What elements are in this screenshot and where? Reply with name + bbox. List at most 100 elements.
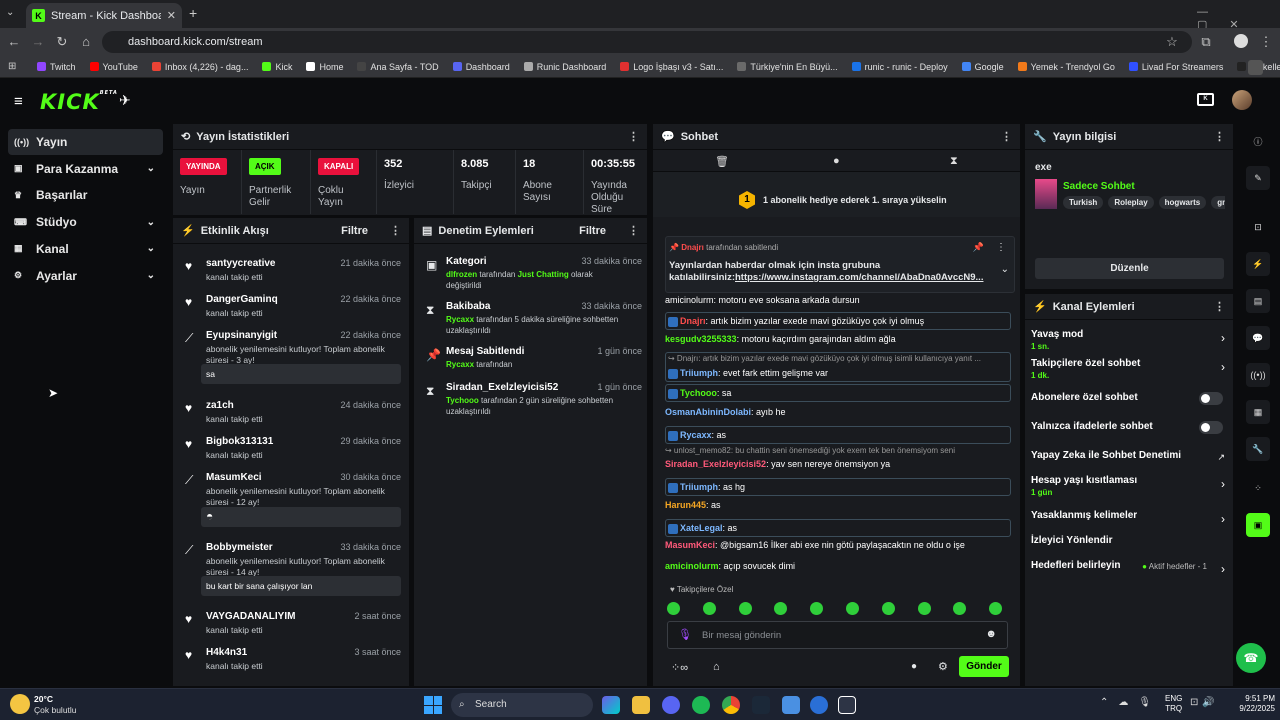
chrome-icon[interactable] [722, 696, 740, 714]
toggle-switch[interactable] [1199, 392, 1223, 405]
moderation-item[interactable]: 📌 Mesaj Sabitlendi 1 gün önce Rycaxx tarafı… [414, 346, 650, 386]
edit-button[interactable]: Düzenle [1035, 258, 1224, 279]
pinned-link[interactable]: https://www.instagram.com/channel/AbaDna… [735, 272, 983, 283]
chat-username[interactable]: Harun445 [665, 500, 706, 510]
app-blue-icon[interactable] [810, 696, 828, 714]
moderation-item[interactable]: ⧗ Siradan_Exelzleyicisi52 1 gün önce Tychoo… [414, 382, 650, 422]
chat-username[interactable]: Triiumph [680, 482, 718, 492]
chat-username[interactable]: MasumKeci [665, 540, 715, 550]
rail-dots-icon[interactable]: ⁘ [1246, 476, 1270, 500]
chat-message[interactable]: Triiumph: as hg [665, 478, 1011, 496]
url-input[interactable]: dashboard.kick.com/stream [102, 31, 1192, 53]
menu-icon[interactable]: ⋮ [1258, 34, 1274, 50]
channel-action-item[interactable]: İzleyici Yönlendir [1031, 535, 1221, 557]
extensions-icon[interactable]: ⧉ [1198, 34, 1214, 50]
chevron-right-icon[interactable]: › [1221, 477, 1225, 491]
rail-pencil-icon[interactable]: ✎ [1246, 166, 1270, 190]
emote-icon[interactable] [953, 602, 967, 615]
chat-message[interactable]: Dnajrı: artık bizim yazılar exede mavi g… [665, 312, 1011, 330]
chat-username[interactable]: Rycaxx [680, 430, 712, 440]
pin-icon[interactable]: 📌 [973, 242, 984, 253]
rail-layout-icon[interactable]: ▦ [1246, 400, 1270, 424]
reload-icon[interactable]: ↻ [54, 34, 70, 50]
hamburger-menu-icon[interactable]: ≡ [14, 93, 23, 110]
channel-action-item[interactable]: Yapay Zeka ile Sohbet Denetimi ↗ [1031, 450, 1225, 472]
chat-username[interactable]: XateLegal [680, 523, 723, 533]
rail-info-icon[interactable]: ⓘ [1246, 129, 1270, 153]
rail-game-icon[interactable]: ▣ [1246, 513, 1270, 537]
hourglass-icon[interactable]: ⧗ [950, 155, 958, 168]
moderation-filter-button[interactable]: Filtre [579, 225, 606, 237]
nav-item-broadcast[interactable]: ((•)) Yayın [8, 129, 163, 155]
activity-item[interactable]: ⟋ Bobbymeister 33 dakika önce abonelik yeni… [173, 540, 409, 600]
chat-username[interactable]: Dnajrı [680, 316, 706, 326]
emoji-icon[interactable]: ☻ [985, 628, 997, 640]
bookmark-star-icon[interactable]: ☆ [1164, 34, 1180, 50]
home-icon[interactable]: ⌂ [78, 34, 94, 49]
avatar[interactable] [1232, 90, 1252, 110]
rail-wrench-icon[interactable]: 🔧 [1246, 437, 1270, 461]
bookmark-item[interactable]: Ana Sayfa - TOD [350, 62, 445, 72]
obs-icon[interactable] [838, 696, 856, 714]
chat-username[interactable]: Tychooo [680, 388, 717, 398]
clock[interactable]: 9:51 PM 9/22/2025 [1225, 694, 1275, 714]
profile-icon[interactable] [1234, 34, 1248, 48]
spotify-icon[interactable] [692, 696, 710, 714]
activity-item[interactable]: ⟋ MasumKeci 30 dakika önce abonelik yenilem… [173, 470, 409, 530]
chevron-down-icon[interactable]: ⌄ [147, 163, 155, 174]
rocket-icon[interactable]: ✈ [119, 92, 131, 109]
gift-banner[interactable]: 1 1 abonelik hediye ederek 1. sıraya yük… [653, 172, 1020, 217]
external-link-icon[interactable]: ↗ [1217, 452, 1225, 463]
bookmark-item[interactable]: Google [955, 62, 1011, 72]
category-name[interactable]: Sadece Sohbet [1063, 181, 1135, 192]
emote-icon[interactable] [667, 602, 680, 615]
steam-icon[interactable] [752, 696, 770, 714]
chevron-down-icon[interactable]: ⌄ [147, 270, 155, 281]
chevron-down-icon[interactable]: ⌄ [147, 243, 155, 254]
rail-fullscreen-icon[interactable]: ⊡ [1246, 215, 1270, 239]
tag-chip[interactable]: gm [1211, 196, 1225, 209]
bookmark-item[interactable]: YouTube [83, 62, 145, 72]
channel-action-item[interactable]: Yalnızca ifadelerle sohbet [1031, 421, 1223, 443]
language-indicator[interactable]: ENG TRQ [1165, 694, 1182, 714]
tray-status-icons[interactable]: ⊡🔊 [1190, 697, 1219, 708]
channel-action-item[interactable]: Abonelere özel sohbet [1031, 392, 1223, 414]
emote-icon[interactable] [846, 602, 859, 615]
pinned-menu-icon[interactable]: ⋮ [996, 242, 1006, 253]
tray-icons[interactable]: ⌃☁🎙 [1100, 697, 1161, 708]
emote-icon[interactable] [881, 602, 895, 615]
activity-item[interactable]: ♥ H4k4n31 3 saat önce kanalı takip etti [173, 645, 409, 686]
chevron-down-icon[interactable]: ⌄ [1001, 264, 1009, 275]
bookmark-item[interactable]: Kick [255, 62, 299, 72]
stream-info-menu-icon[interactable]: ⋮ [1214, 130, 1225, 143]
chat-message[interactable]: Triiumph: evet fark ettim gelişme var [665, 365, 1011, 382]
browser-tab[interactable]: K Stream - Kick Dashboard ✕ [26, 3, 182, 28]
nav-item-money[interactable]: ▣ Para Kazanma ⌄ [8, 156, 163, 182]
chat-settings-bubble-icon[interactable]: ● [911, 661, 917, 672]
forward-icon[interactable]: → [30, 34, 46, 49]
channel-actions-menu-icon[interactable]: ⋮ [1214, 300, 1225, 313]
channel-action-item[interactable]: Yasaklanmış kelimeler › [1031, 510, 1225, 532]
copilot-icon[interactable] [602, 696, 620, 714]
bookmark-item[interactable]: Runic Dashboard [517, 62, 614, 72]
new-tab-icon[interactable]: + [189, 5, 197, 21]
toggle-switch[interactable] [1199, 421, 1223, 434]
moderation-item[interactable]: ⧗ Bakibaba 33 dakika önce Rycaxx tarafından… [414, 301, 650, 341]
discord-icon[interactable] [662, 696, 680, 714]
chat-username[interactable]: OsmanAbininDolabi [665, 407, 751, 417]
emote-icon[interactable] [810, 602, 824, 615]
emote-icon[interactable] [774, 602, 788, 615]
chevron-right-icon[interactable]: › [1221, 562, 1225, 576]
bookmark-item[interactable]: Inbox (4,226) - dag... [145, 62, 256, 72]
activity-item[interactable]: ⟋ Eyupsinanyigit 22 dakika önce abonelik ye… [173, 328, 409, 388]
chat-input[interactable]: 🎙 Bir mesaj gönderin ☻ [667, 621, 1008, 649]
rail-flash-icon[interactable]: ⚡ [1246, 252, 1270, 276]
chat-message[interactable]: MasumKeci: @bigsam16 İlker abi exe nin g… [665, 539, 1011, 551]
weather-icon[interactable] [10, 694, 30, 714]
activity-filter-button[interactable]: Filtre [341, 225, 368, 237]
chat-username[interactable]: amicinolurm [665, 561, 719, 571]
channel-action-item[interactable]: Hesap yaşı kısıtlaması 1 gün › [1031, 475, 1225, 497]
emote-icon[interactable] [738, 602, 752, 615]
emote-icon[interactable] [917, 602, 931, 615]
bookmark-item[interactable]: Livad For Streamers [1122, 62, 1231, 72]
